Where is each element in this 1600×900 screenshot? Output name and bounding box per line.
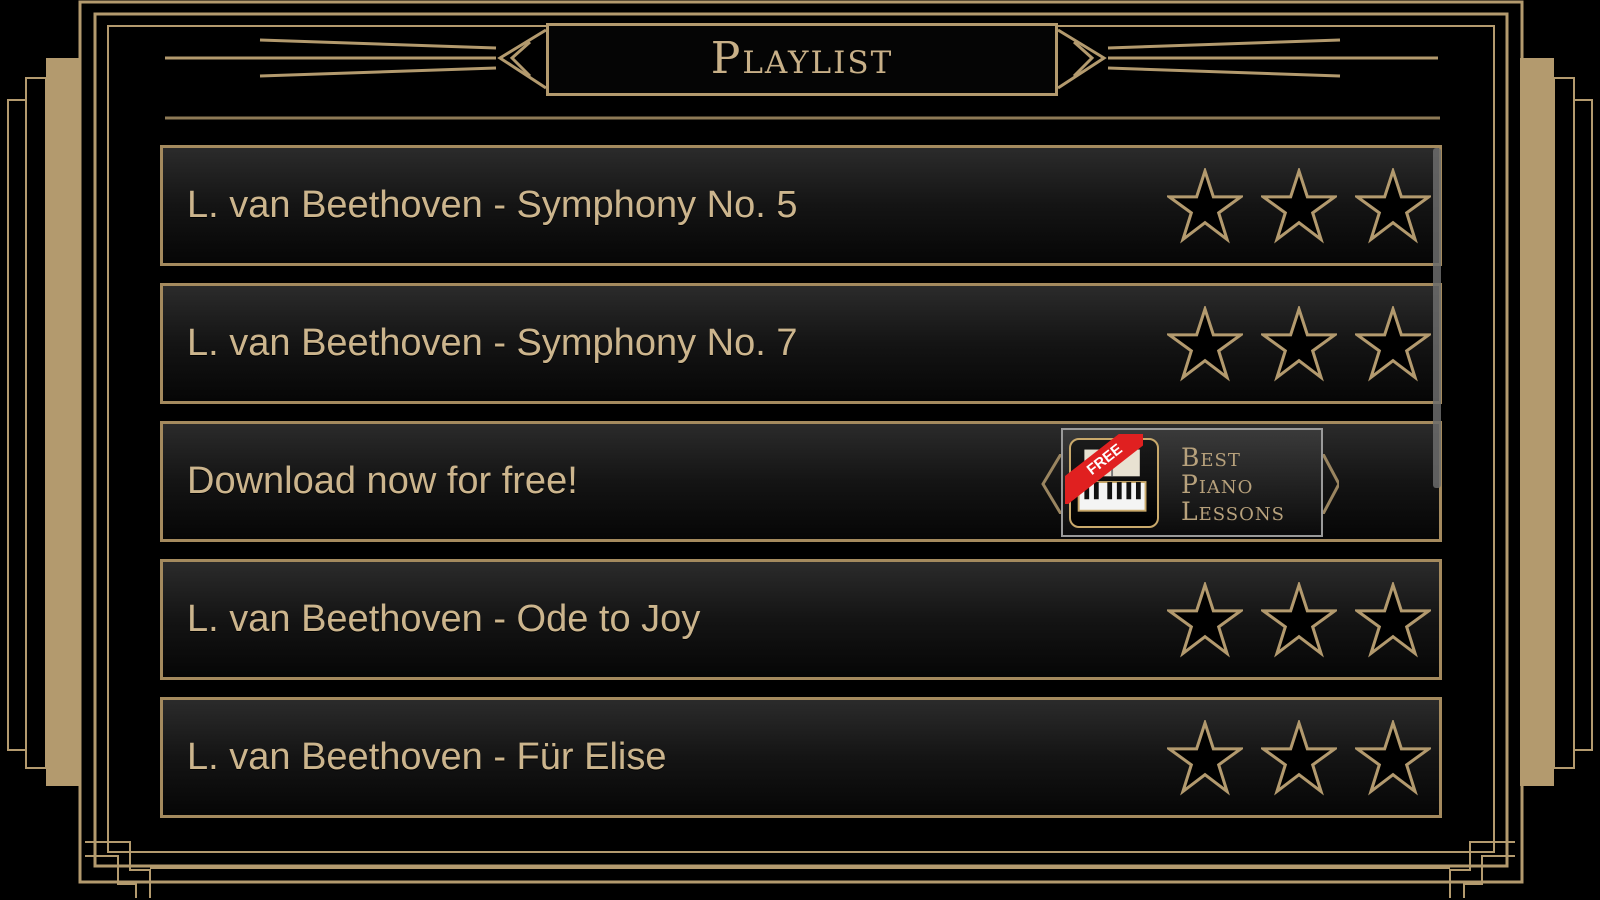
playlist-item-title: L. van Beethoven - Symphony No. 7: [187, 322, 798, 364]
playlist-header: Playlist: [546, 23, 1058, 96]
star-icon: [1261, 305, 1337, 382]
playlist-item-ode-to-joy[interactable]: L. van Beethoven - Ode to Joy: [160, 559, 1442, 680]
free-ribbon: FREE: [1065, 434, 1143, 504]
playlist-item-title: L. van Beethoven - Symphony No. 5: [187, 184, 798, 226]
star-icon: [1167, 719, 1243, 796]
playlist-item-symphony-7[interactable]: L. van Beethoven - Symphony No. 7: [160, 283, 1442, 404]
star-icon: [1355, 581, 1431, 658]
star-rating: [1167, 581, 1431, 658]
list-scrollbar[interactable]: [1433, 148, 1441, 488]
star-icon: [1167, 167, 1243, 244]
ad-title: Best Piano Lessons: [1181, 443, 1285, 526]
ad-download-row[interactable]: Download now for free! Best Piano Lesson…: [160, 421, 1442, 542]
playlist-item-fur-elise[interactable]: L. van Beethoven - Für Elise: [160, 697, 1442, 818]
playlist-item-title: L. van Beethoven - Ode to Joy: [187, 598, 701, 640]
star-icon: [1167, 581, 1243, 658]
playlist-item-symphony-5[interactable]: L. van Beethoven - Symphony No. 5: [160, 145, 1442, 266]
star-icon: [1261, 581, 1337, 658]
star-icon: [1261, 719, 1337, 796]
star-rating: [1167, 305, 1431, 382]
star-rating: [1167, 167, 1431, 244]
star-rating: [1167, 719, 1431, 796]
ad-download-text: Download now for free!: [187, 460, 578, 502]
ad-banner-best-piano-lessons[interactable]: Best Piano Lessons FREE: [1039, 424, 1339, 539]
playlist-item-title: L. van Beethoven - Für Elise: [187, 736, 667, 778]
ad-banner-box: Best Piano Lessons FREE: [1061, 428, 1323, 537]
free-ribbon-label: FREE: [1065, 434, 1143, 504]
star-icon: [1167, 305, 1243, 382]
star-icon: [1355, 305, 1431, 382]
star-icon: [1355, 719, 1431, 796]
star-icon: [1355, 167, 1431, 244]
playlist-list: L. van Beethoven - Symphony No. 5 L. van…: [160, 145, 1442, 835]
page-title: Playlist: [710, 33, 894, 84]
star-icon: [1261, 167, 1337, 244]
